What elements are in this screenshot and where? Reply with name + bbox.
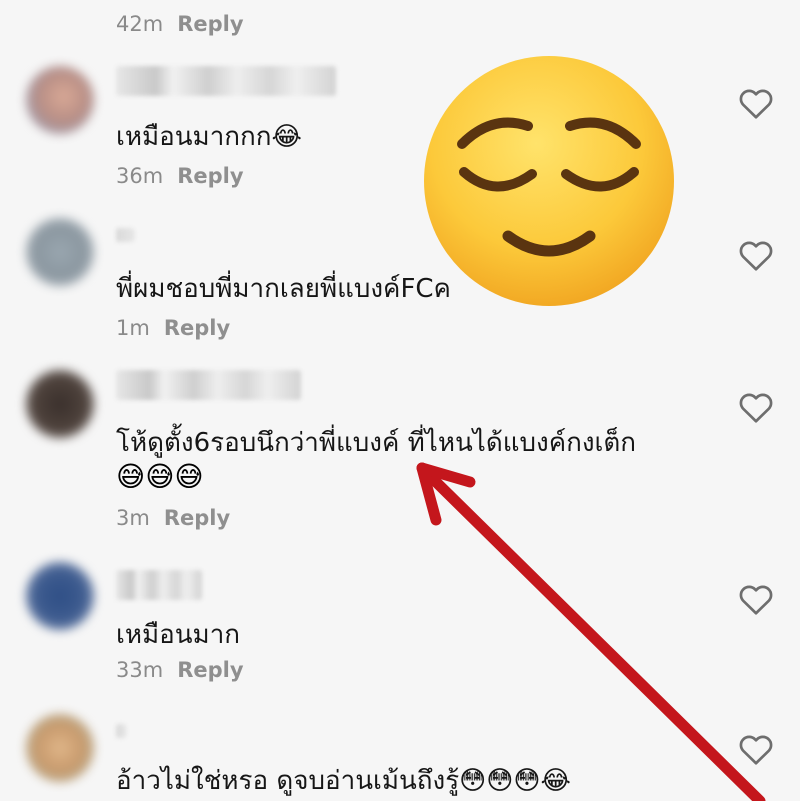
avatar[interactable] [26,66,94,134]
username-blurred[interactable] [116,570,202,600]
comment-text: เหมือนมาก [116,620,241,650]
comment-emojis: 😅😅😅 [116,460,204,493]
comment-text: พี่ผมชอบพี่มากเลยพี่แบงค์FCค [116,274,451,304]
comment-text: เหมือนมากกก😂 [116,122,302,152]
comment-meta: 36m Reply [116,164,244,188]
comment-time: 1m [116,316,150,340]
reply-button[interactable]: Reply [177,658,243,682]
username-blurred[interactable] [116,66,336,96]
relieved-face-icon [424,56,674,306]
username-blurred[interactable] [116,370,301,400]
reply-button[interactable]: Reply [164,506,230,530]
comment-time: 33m [116,658,164,682]
heart-icon[interactable] [738,86,774,120]
avatar[interactable] [26,562,94,630]
comment-meta: 1m Reply [116,316,230,340]
comment-time: 42m [116,12,164,36]
comment-time: 36m [116,164,164,188]
comment-text: อ้าวไม่ใช่หรอ ดูจบอ่านเม้นถึงรู้😳😳😳😂 [116,766,571,796]
heart-icon[interactable] [738,390,774,424]
reply-button[interactable]: Reply [177,164,243,188]
username-blurred[interactable] [116,724,126,738]
comment-text: โห้ดูตั้ง6รอบนึกว่าพี่แบงค์ ที่ไหนได้แบง… [116,428,637,458]
comment-meta: 42m Reply [116,12,244,36]
heart-icon[interactable] [738,732,774,766]
avatar[interactable] [26,370,94,438]
heart-icon[interactable] [738,238,774,272]
avatar[interactable] [26,218,94,286]
reply-button[interactable]: Reply [177,12,243,36]
comment-time: 3m [116,506,150,530]
comment-meta: 33m Reply [116,658,244,682]
reply-button[interactable]: Reply [164,316,230,340]
comment-meta: 3m Reply [116,506,230,530]
username-blurred[interactable] [116,228,134,242]
heart-icon[interactable] [738,582,774,616]
avatar[interactable] [26,714,94,782]
comments-screen: 42m Reply เหมือนมากกก😂 36m Reply พี่ผมชอบพ… [0,0,800,801]
